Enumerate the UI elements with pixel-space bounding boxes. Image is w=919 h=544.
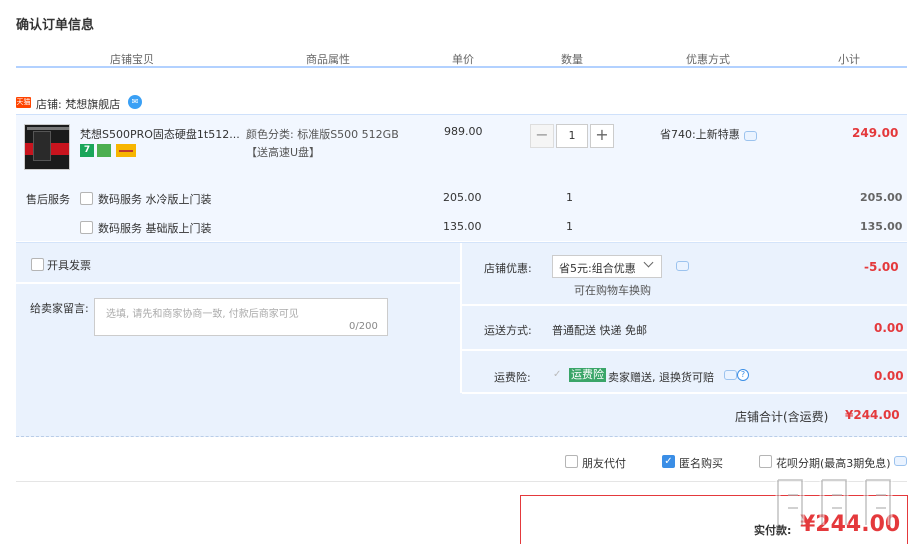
service-price: 205.00 [443, 191, 482, 204]
coupon-amount: -5.00 [864, 260, 899, 274]
quantity-input[interactable]: 1 [556, 124, 588, 148]
service-name: 数码服务 水冷版上门装 [98, 193, 212, 206]
invoice-checkbox[interactable] [31, 258, 44, 271]
seller-message-placeholder: 选填, 请先和商家协商一致, 付款后商家可见 [106, 309, 299, 320]
service-subtotal: 205.00 [860, 191, 903, 204]
insurance-label: 运费险: [494, 371, 531, 384]
panel-divider [462, 349, 907, 351]
insurance-tag: 运费险 [569, 368, 606, 382]
shop-total-label: 店铺合计(含运费) [735, 410, 829, 424]
shop-name-link[interactable]: 店铺: 梵想旗舰店 [36, 96, 120, 112]
friend-pay-checkbox[interactable] [565, 455, 578, 468]
quantity-decrease-button[interactable]: − [530, 124, 554, 148]
service-qty: 1 [566, 220, 573, 233]
panel-divider [462, 392, 907, 394]
header-divider [16, 66, 907, 68]
item-subtotal: 249.00 [852, 126, 899, 140]
service-checkbox-basic[interactable] [80, 221, 93, 234]
after-sales-label: 售后服务 [26, 193, 70, 206]
character-count: 0/200 [349, 321, 378, 332]
shipping-method: 普通配送 快递 免邮 [552, 324, 647, 337]
coupon-note: 可在购物车换购 [574, 284, 651, 297]
invoice-label: 开具发票 [47, 259, 91, 272]
shop-coupon-label: 店铺优惠: [484, 262, 532, 275]
col-header-quantity: 数量 [561, 53, 583, 66]
col-header-subtotal: 小计 [838, 53, 860, 66]
col-header-items: 店铺宝贝 [110, 53, 154, 66]
quantity-increase-button[interactable]: + [590, 124, 614, 148]
insurance-chat-icon[interactable] [724, 370, 737, 380]
chat-icon[interactable]: ✉ [128, 95, 142, 109]
product-title-link[interactable]: 梵想S500PRO固态硬盘1t512... [80, 126, 240, 142]
seven-day-return-icon: 7 [80, 144, 94, 157]
shop-coupon-selected: 省5元:组合优惠 [559, 262, 636, 275]
insurance-amount: 0.00 [874, 369, 904, 383]
col-header-discount: 优惠方式 [686, 53, 730, 66]
insurance-check-icon: ✓ [553, 369, 562, 380]
service-subtotal: 135.00 [860, 220, 903, 233]
service-name: 数码服务 基础版上门装 [98, 222, 212, 235]
col-header-unit-price: 单价 [452, 53, 474, 66]
remark-label: 给卖家留言: [30, 302, 89, 315]
unit-price: 989.00 [444, 125, 483, 138]
panel-divider [460, 243, 462, 393]
insurance-text: 卖家赠送, 退换货可赔 [608, 371, 714, 384]
anonymous-purchase-checkbox[interactable]: ✓ [662, 455, 675, 468]
panel-divider [462, 304, 907, 306]
service-qty: 1 [566, 191, 573, 204]
product-attribute-gift: 【送高速U盘】 [246, 146, 321, 159]
service-checkbox-water[interactable] [80, 192, 93, 205]
shop-total-amount: ¥244.00 [845, 408, 900, 422]
coupon-info-icon[interactable] [676, 261, 689, 271]
shipping-label: 运送方式: [484, 324, 532, 337]
huabei-installment-checkbox[interactable] [759, 455, 772, 468]
shipping-amount: 0.00 [874, 321, 904, 335]
col-header-attributes: 商品属性 [306, 53, 350, 66]
tmall-icon: 天猫 [16, 97, 31, 108]
service-price: 135.00 [443, 220, 482, 233]
discount-label: 省740:上新特惠 [660, 128, 740, 141]
friend-pay-label: 朋友代付 [582, 457, 626, 470]
discount-info-icon[interactable] [744, 131, 757, 141]
page-title: 确认订单信息 [16, 18, 95, 33]
anonymous-purchase-label: 匿名购买 [679, 457, 723, 470]
watermark-logo [775, 477, 893, 525]
product-attribute-color: 颜色分类: 标准版S500 512GB [246, 128, 399, 141]
guarantee-icon [97, 144, 111, 157]
huabei-installment-label: 花呗分期(最高3期免息) [776, 457, 891, 470]
credit-card-icon [116, 144, 136, 157]
installment-info-icon[interactable] [894, 456, 907, 466]
product-thumbnail[interactable] [24, 124, 70, 170]
help-icon[interactable]: ? [737, 369, 749, 381]
panel-divider [16, 282, 462, 284]
